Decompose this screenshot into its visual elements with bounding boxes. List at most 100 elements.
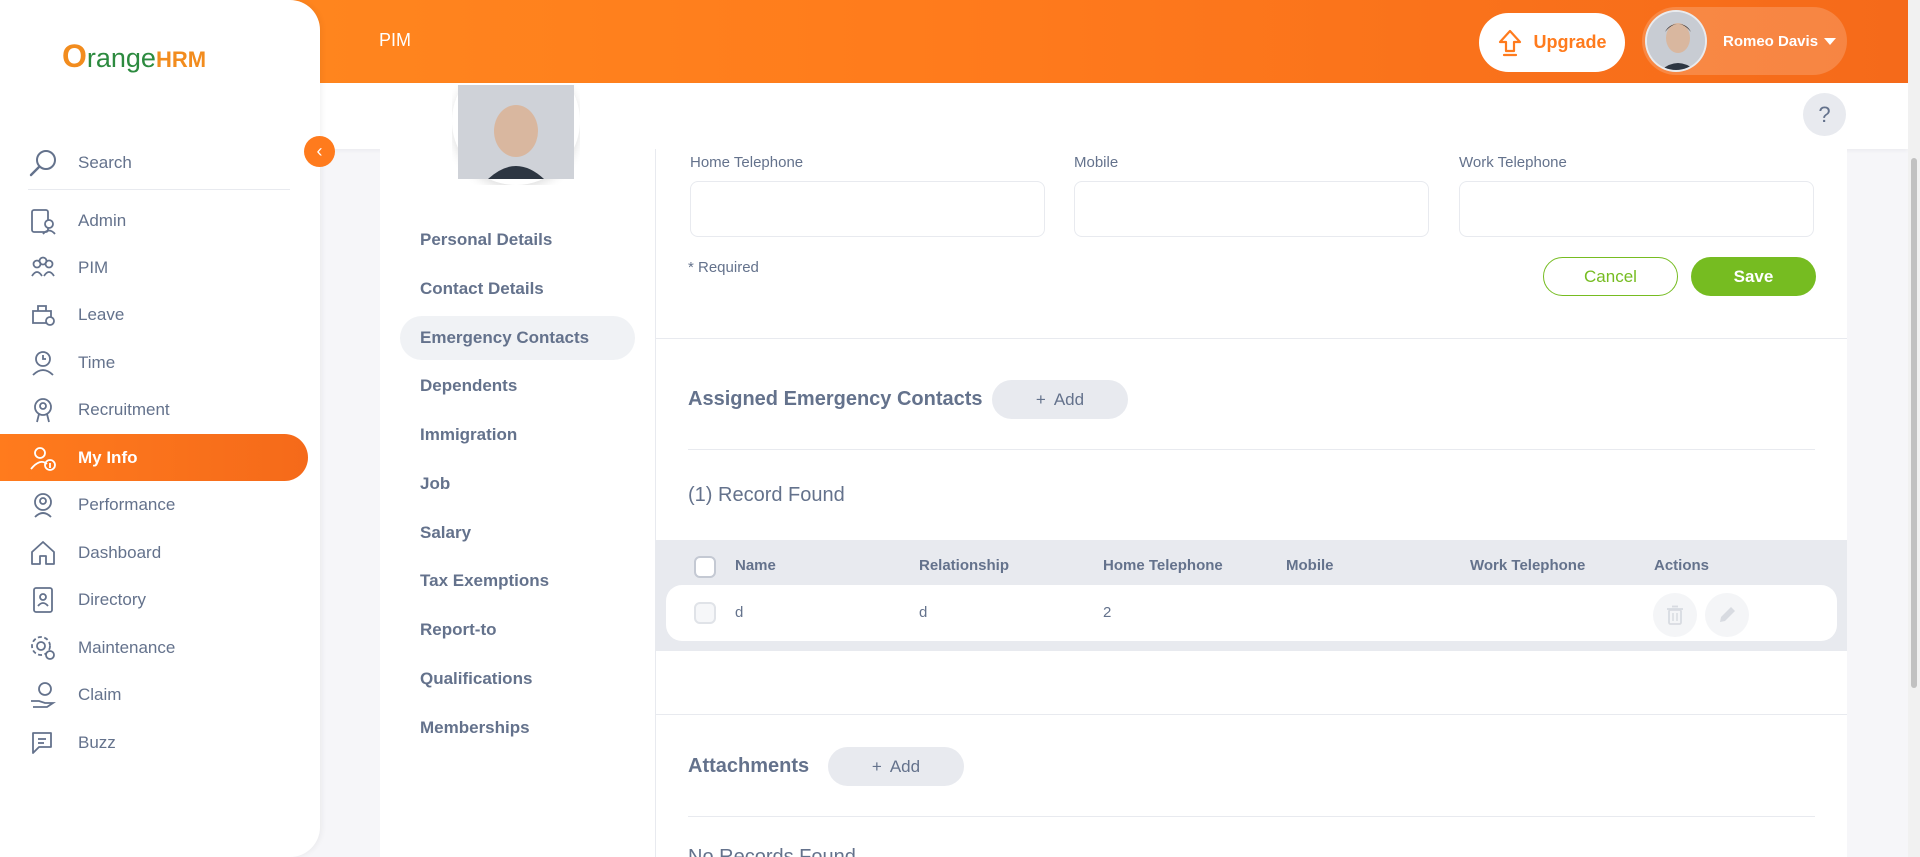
attachments-title: Attachments — [688, 755, 810, 777]
time-icon — [28, 348, 58, 378]
cell-relationship: d — [919, 604, 928, 621]
sidebar-item-my-info[interactable]: My Info — [0, 434, 308, 481]
column-header-name: Name — [735, 557, 776, 574]
plus-icon: + — [1035, 389, 1046, 409]
help-button[interactable]: ? — [1803, 93, 1846, 136]
tab-immigration[interactable]: Immigration — [400, 413, 635, 457]
save-button[interactable]: Save — [1691, 257, 1816, 296]
chevron-left-icon: ‹ — [316, 141, 323, 161]
sidebar-item-recruitment[interactable]: Recruitment — [0, 386, 308, 433]
sidebar-item-label: Directory — [78, 589, 147, 609]
tab-report-to[interactable]: Report-to — [400, 608, 635, 652]
contacts-title: Assigned Emergency Contacts — [688, 388, 983, 410]
buzz-icon — [28, 728, 58, 758]
no-records-text: No Records Found — [688, 846, 856, 857]
tab-contact-details[interactable]: Contact Details — [400, 267, 635, 311]
sidebar-item-claim[interactable]: Claim — [0, 671, 308, 718]
orangehrm-logo: Orange HRM — [62, 38, 207, 74]
sidebar-item-performance[interactable]: Performance — [0, 481, 308, 528]
collapse-sidebar-button[interactable]: ‹ — [304, 136, 335, 167]
add-contact-label: Add — [1053, 389, 1085, 409]
claim-icon — [28, 680, 58, 710]
cell-name: d — [735, 604, 744, 621]
sidebar-item-buzz[interactable]: Buzz — [0, 719, 308, 766]
trash-icon — [1667, 605, 1683, 625]
sidebar-item-label: Claim — [78, 684, 122, 704]
delete-button[interactable] — [1653, 593, 1697, 637]
tab-tax-exemptions[interactable]: Tax Exemptions — [400, 559, 635, 603]
caret-down-icon — [1824, 37, 1837, 45]
divider — [688, 449, 1815, 450]
profile-picture[interactable] — [452, 85, 580, 185]
dashboard-icon — [28, 538, 58, 568]
sidebar-item-label: Recruitment — [78, 399, 170, 419]
sidebar-item-label: My Info — [78, 447, 138, 467]
edit-button[interactable] — [1705, 593, 1749, 637]
user-name: Romeo Davis — [1723, 32, 1819, 50]
work-telephone-input[interactable] — [1459, 181, 1814, 237]
column-header-mobile: Mobile — [1286, 557, 1334, 574]
admin-icon — [28, 206, 58, 236]
mobile-input[interactable] — [1074, 181, 1429, 237]
maintenance-icon — [28, 633, 58, 663]
add-contact-button[interactable]: + Add — [992, 380, 1128, 419]
row-checkbox[interactable] — [694, 602, 716, 624]
sidebar-item-pim[interactable]: PIM — [0, 244, 308, 291]
sidebar-item-leave[interactable]: Leave — [0, 291, 308, 338]
my-info-icon — [28, 443, 58, 473]
add-attachment-button[interactable]: + Add — [828, 747, 964, 786]
tab-qualifications[interactable]: Qualifications — [400, 657, 635, 701]
leave-icon — [28, 300, 58, 330]
search-icon — [29, 150, 56, 177]
tab-personal-details[interactable]: Personal Details — [400, 218, 635, 262]
required-note: * Required — [688, 259, 759, 276]
avatar — [1645, 10, 1707, 72]
select-all-checkbox[interactable] — [694, 556, 716, 578]
sidebar-search[interactable]: Search — [28, 137, 290, 190]
add-attachment-label: Add — [889, 756, 921, 776]
tab-salary[interactable]: Salary — [400, 511, 635, 555]
sidebar-item-label: Dashboard — [78, 542, 162, 562]
scrollbar-thumb[interactable] — [1911, 158, 1917, 688]
sidebar-item-maintenance[interactable]: Maintenance — [0, 624, 308, 671]
divider — [688, 816, 1815, 817]
divider — [656, 338, 1847, 339]
home-telephone-label: Home Telephone — [690, 154, 804, 171]
upgrade-icon — [1499, 29, 1522, 56]
sidebar-item-label: PIM — [78, 257, 109, 277]
module-title: PIM — [379, 30, 412, 50]
work-telephone-label: Work Telephone — [1459, 154, 1567, 171]
tab-job[interactable]: Job — [400, 462, 635, 506]
directory-icon — [28, 585, 58, 615]
home-telephone-input[interactable] — [690, 181, 1045, 237]
sidebar-item-label: Admin — [78, 210, 127, 230]
plus-icon: + — [871, 756, 882, 776]
tab-emergency-contacts[interactable]: Emergency Contacts — [400, 316, 635, 360]
sidebar-item-label: Maintenance — [78, 637, 176, 657]
column-header-actions: Actions — [1654, 557, 1710, 574]
pencil-icon — [1720, 607, 1735, 622]
help-icon: ? — [1818, 101, 1831, 127]
cancel-button[interactable]: Cancel — [1543, 257, 1678, 296]
recruitment-icon — [28, 395, 58, 425]
tab-dependents[interactable]: Dependents — [400, 364, 635, 408]
performance-icon — [28, 490, 58, 520]
sidebar-item-label: Performance — [78, 494, 176, 514]
sidebar-item-label: Buzz — [78, 732, 116, 752]
column-header-relationship: Relationship — [919, 557, 1010, 574]
sidebar-item-time[interactable]: Time — [0, 339, 308, 386]
cell-home-telephone: 2 — [1103, 604, 1112, 621]
sidebar-item-directory[interactable]: Directory — [0, 576, 308, 623]
sidebar: Orange HRM Search Admin PIM Leave Time Re… — [0, 0, 320, 857]
records-found: (1) Record Found — [688, 484, 845, 506]
sidebar-item-label: Leave — [78, 304, 125, 324]
upgrade-button[interactable]: Upgrade — [1479, 13, 1625, 72]
search-label: Search — [78, 153, 132, 172]
pim-icon — [28, 253, 58, 283]
sidebar-item-admin[interactable]: Admin — [0, 197, 308, 244]
sidebar-item-label: Time — [78, 352, 116, 372]
mobile-label: Mobile — [1074, 154, 1119, 171]
sidebar-item-dashboard[interactable]: Dashboard — [0, 529, 308, 576]
tab-memberships[interactable]: Memberships — [400, 706, 635, 750]
user-dropdown[interactable]: Romeo Davis — [1642, 7, 1847, 75]
